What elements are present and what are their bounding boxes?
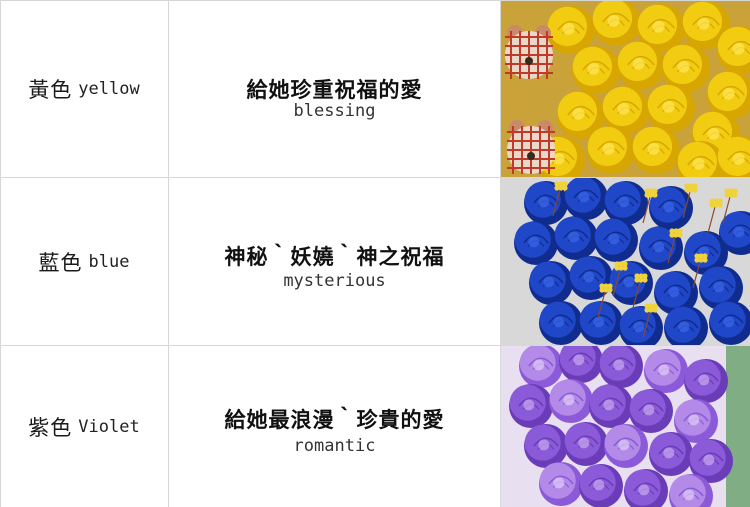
rose (572, 46, 620, 94)
rose (632, 126, 680, 174)
rose (547, 6, 595, 54)
color-name-zh: 藍色 (38, 251, 83, 275)
table-row-yellow: 黃色 yellow 給她珍重祝福的愛 blessing (0, 0, 750, 178)
yellow-roses-image (501, 0, 750, 178)
meaning-zh: 神秘｀妖嬈｀神之祝福 (224, 245, 445, 269)
rose (684, 359, 728, 403)
table-border (0, 0, 1, 507)
rose (539, 301, 583, 345)
rose (514, 221, 558, 265)
rose (647, 84, 695, 132)
color-name-en: blue (88, 252, 130, 272)
rose (649, 432, 693, 476)
rose (579, 464, 623, 507)
blue-roses-image (501, 178, 750, 346)
color-name-zh: 紫色 (28, 415, 73, 440)
row-divider (0, 345, 750, 346)
color-name-cell: 紫色 Violet (0, 346, 168, 507)
rose (524, 424, 568, 468)
color-meaning-table: 黃色 yellow 給她珍重祝福的愛 blessing 藍色 blue 神秘｀妖… (0, 0, 750, 507)
meaning-cell: 給她珍重祝福的愛 blessing (169, 0, 500, 178)
rose (604, 424, 648, 468)
rose (564, 422, 608, 466)
color-name-cell: 黃色 yellow (0, 0, 168, 178)
color-name-zh: 黃色 (28, 78, 73, 102)
row-divider (0, 177, 750, 178)
rose (617, 41, 665, 89)
rose (549, 379, 593, 423)
meaning-en: romantic (293, 436, 376, 456)
meaning-zh: 給她最浪漫｀珍貴的愛 (224, 408, 445, 432)
rose (592, 0, 640, 46)
rose (594, 218, 638, 262)
teddy-bear (505, 25, 553, 79)
rose (599, 346, 643, 388)
rose (589, 384, 633, 428)
meaning-en: mysterious (283, 271, 386, 291)
table-row-blue: 藍色 blue 神秘｀妖嬈｀神之祝福 mysterious (0, 178, 750, 346)
rose (569, 256, 613, 300)
meaning-cell: 神秘｀妖嬈｀神之祝福 mysterious (169, 178, 500, 346)
rose (509, 384, 553, 428)
rose (644, 349, 688, 393)
rose (539, 462, 583, 506)
meaning-en: blessing (293, 101, 376, 121)
rose (604, 181, 648, 225)
column-divider (168, 0, 169, 507)
rose (554, 216, 598, 260)
rose (587, 126, 635, 174)
color-name-en: yellow (78, 79, 140, 99)
column-divider (500, 0, 501, 507)
table-row-violet: 紫色 Violet 給她最浪漫｀珍貴的愛 romantic (0, 346, 750, 507)
rose (529, 261, 573, 305)
meaning-zh: 給她珍重祝福的愛 (246, 78, 423, 102)
meaning-cell: 給她最浪漫｀珍貴的愛 romantic (169, 346, 500, 507)
teddy-bear (507, 120, 555, 174)
violet-roses-image (501, 346, 750, 507)
color-name-en: Violet (78, 416, 140, 437)
color-name-cell: 藍色 blue (0, 178, 168, 346)
rose (519, 346, 563, 388)
rose (564, 178, 608, 220)
row-divider (0, 0, 750, 1)
